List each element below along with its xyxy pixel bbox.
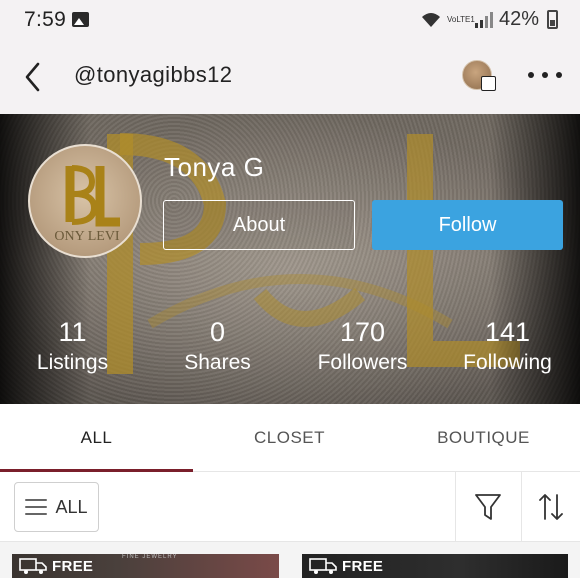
funnel-icon[interactable]: [474, 492, 502, 522]
profile-name: Tonya G: [164, 152, 265, 182]
stat-label: Following: [463, 351, 552, 374]
category-filter-button[interactable]: ALL: [14, 482, 99, 532]
tab-all[interactable]: ALL: [0, 404, 193, 472]
divider: [455, 472, 456, 542]
stat-value: 0: [209, 317, 226, 347]
volte-icon: VoLTE1: [446, 15, 475, 24]
free-shipping-badge: FREE: [18, 557, 93, 575]
avatar-text: ONY LEVI: [54, 229, 120, 244]
battery-icon: [547, 10, 558, 29]
listing-caption: FINE JEWELRY: [122, 554, 178, 560]
tab-boutique[interactable]: BOUTIQUE: [387, 404, 580, 472]
status-time: 7:59: [24, 8, 67, 31]
stat-followers[interactable]: 170 Followers: [290, 316, 435, 378]
avatar-logo-art: ONY LEVI: [54, 165, 120, 244]
stat-label: Shares: [184, 351, 251, 374]
filter-row: ALL: [0, 472, 580, 542]
profile-avatar[interactable]: ONY LEVI: [28, 144, 142, 258]
category-filter-label: ALL: [55, 496, 88, 517]
free-badge-label: FREE: [52, 557, 94, 575]
follow-button[interactable]: Follow: [372, 200, 563, 250]
wifi-icon: [421, 12, 440, 27]
more-options-icon[interactable]: [528, 70, 562, 80]
menu-icon: [25, 499, 48, 515]
closet-tabs: ALL CLOSET BOUTIQUE: [0, 404, 580, 472]
top-nav: @tonyagibbs12: [0, 40, 580, 114]
listing-card[interactable]: FREE: [302, 554, 568, 578]
truck-icon: [309, 558, 337, 574]
back-arrow-icon[interactable]: [20, 60, 48, 94]
status-bar: 7:59 VoLTE1 42%: [0, 0, 580, 40]
shopping-bag-icon[interactable]: [481, 76, 496, 91]
page-title: @tonyagibbs12: [74, 62, 233, 87]
listing-card[interactable]: FINE JEWELRY FREE: [12, 554, 279, 578]
stat-label: Listings: [36, 351, 109, 374]
free-shipping-badge: FREE: [308, 557, 383, 575]
stat-shares[interactable]: 0 Shares: [145, 316, 290, 378]
stat-listings[interactable]: 11 Listings: [0, 316, 145, 378]
stat-value: 170: [339, 317, 386, 347]
battery-percent: 42%: [498, 8, 539, 30]
gallery-notification-icon: [72, 12, 89, 27]
stat-label: Followers: [317, 351, 408, 374]
free-badge-label: FREE: [342, 557, 384, 575]
tab-closet[interactable]: CLOSET: [193, 404, 386, 472]
status-indicators: VoLTE1 42%: [421, 8, 558, 31]
stat-value: 141: [484, 317, 531, 347]
profile-stats: 11 Listings 0 Shares 170 Followers 141 F…: [0, 316, 580, 386]
sort-icon[interactable]: [537, 491, 565, 523]
about-button[interactable]: About: [163, 200, 355, 250]
divider: [521, 472, 522, 542]
listings-grid: FINE JEWELRY FREE FREE: [0, 542, 580, 578]
signal-icon: [474, 11, 493, 28]
stat-value: 11: [58, 317, 87, 347]
stat-following[interactable]: 141 Following: [435, 316, 580, 378]
truck-icon: [19, 558, 47, 574]
